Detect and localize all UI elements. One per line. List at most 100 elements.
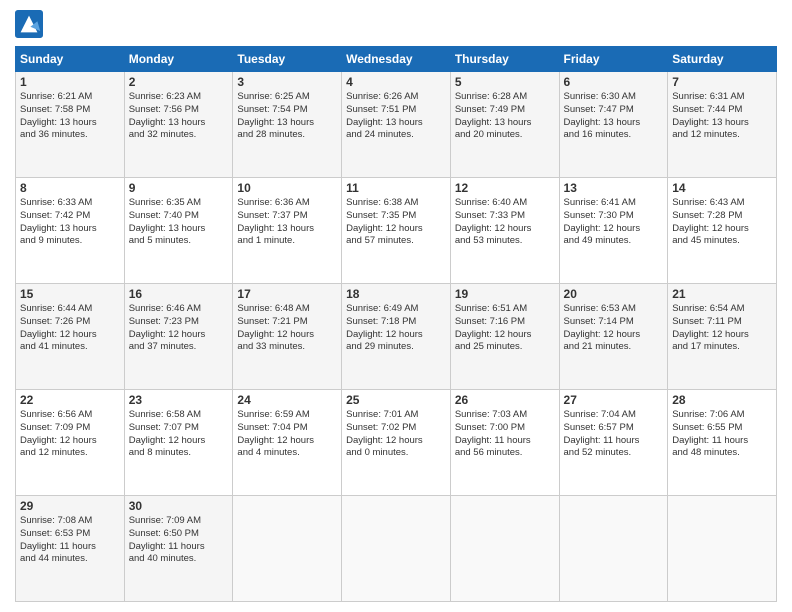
day-number: 7 xyxy=(672,75,772,89)
cell-details: Sunrise: 6:53 AMSunset: 7:14 PMDaylight:… xyxy=(564,303,664,354)
day-number: 14 xyxy=(672,181,772,195)
cell-details: Sunrise: 7:08 AMSunset: 6:53 PMDaylight:… xyxy=(20,515,120,566)
calendar-cell: 1 Sunrise: 6:21 AMSunset: 7:58 PMDaylight… xyxy=(16,72,125,178)
cell-details: Sunrise: 6:58 AMSunset: 7:07 PMDaylight:… xyxy=(129,409,229,460)
week-row-4: 22 Sunrise: 6:56 AMSunset: 7:09 PMDayligh… xyxy=(16,390,777,496)
col-header-wednesday: Wednesday xyxy=(342,47,451,72)
col-header-friday: Friday xyxy=(559,47,668,72)
cell-details: Sunrise: 7:06 AMSunset: 6:55 PMDaylight:… xyxy=(672,409,772,460)
calendar-cell: 28Sunrise: 7:06 AMSunset: 6:55 PMDayligh… xyxy=(668,390,777,496)
calendar-cell: 23 Sunrise: 6:58 AMSunset: 7:07 PMDayligh… xyxy=(124,390,233,496)
day-number: 19 xyxy=(455,287,555,301)
calendar-cell: 16 Sunrise: 6:46 AMSunset: 7:23 PMDayligh… xyxy=(124,284,233,390)
calendar-cell: 6 Sunrise: 6:30 AMSunset: 7:47 PMDaylight… xyxy=(559,72,668,178)
week-row-3: 15 Sunrise: 6:44 AMSunset: 7:26 PMDayligh… xyxy=(16,284,777,390)
calendar-cell: 12 Sunrise: 6:40 AMSunset: 7:33 PMDayligh… xyxy=(450,178,559,284)
week-row-5: 29 Sunrise: 7:08 AMSunset: 6:53 PMDayligh… xyxy=(16,496,777,602)
day-number: 5 xyxy=(455,75,555,89)
logo-icon xyxy=(15,10,43,38)
day-number: 24 xyxy=(237,393,337,407)
day-number: 10 xyxy=(237,181,337,195)
calendar-cell: 20 Sunrise: 6:53 AMSunset: 7:14 PMDayligh… xyxy=(559,284,668,390)
day-number: 12 xyxy=(455,181,555,195)
cell-details: Sunrise: 6:30 AMSunset: 7:47 PMDaylight:… xyxy=(564,91,664,142)
day-number: 16 xyxy=(129,287,229,301)
calendar-cell: 11 Sunrise: 6:38 AMSunset: 7:35 PMDayligh… xyxy=(342,178,451,284)
day-number: 30 xyxy=(129,499,229,513)
calendar-cell xyxy=(559,496,668,602)
day-number: 26 xyxy=(455,393,555,407)
calendar-cell xyxy=(342,496,451,602)
day-number: 15 xyxy=(20,287,120,301)
day-number: 25 xyxy=(346,393,446,407)
calendar-cell: 15 Sunrise: 6:44 AMSunset: 7:26 PMDayligh… xyxy=(16,284,125,390)
calendar-cell: 18 Sunrise: 6:49 AMSunset: 7:18 PMDayligh… xyxy=(342,284,451,390)
calendar-cell: 27Sunrise: 7:04 AMSunset: 6:57 PMDayligh… xyxy=(559,390,668,496)
day-number: 17 xyxy=(237,287,337,301)
logo xyxy=(15,10,47,38)
day-number: 11 xyxy=(346,181,446,195)
calendar-cell: 19 Sunrise: 6:51 AMSunset: 7:16 PMDayligh… xyxy=(450,284,559,390)
col-header-sunday: Sunday xyxy=(16,47,125,72)
calendar-cell: 2 Sunrise: 6:23 AMSunset: 7:56 PMDaylight… xyxy=(124,72,233,178)
calendar-cell: 7 Sunrise: 6:31 AMSunset: 7:44 PMDaylight… xyxy=(668,72,777,178)
cell-details: Sunrise: 6:26 AMSunset: 7:51 PMDaylight:… xyxy=(346,91,446,142)
day-number: 21 xyxy=(672,287,772,301)
calendar-cell: 29 Sunrise: 7:08 AMSunset: 6:53 PMDayligh… xyxy=(16,496,125,602)
cell-details: Sunrise: 6:40 AMSunset: 7:33 PMDaylight:… xyxy=(455,197,555,248)
calendar-cell: 3 Sunrise: 6:25 AMSunset: 7:54 PMDaylight… xyxy=(233,72,342,178)
day-number: 29 xyxy=(20,499,120,513)
day-number: 2 xyxy=(129,75,229,89)
day-number: 20 xyxy=(564,287,664,301)
cell-details: Sunrise: 6:54 AMSunset: 7:11 PMDaylight:… xyxy=(672,303,772,354)
day-number: 9 xyxy=(129,181,229,195)
cell-details: Sunrise: 6:51 AMSunset: 7:16 PMDaylight:… xyxy=(455,303,555,354)
calendar-table: SundayMondayTuesdayWednesdayThursdayFrid… xyxy=(15,46,777,602)
week-row-1: 1 Sunrise: 6:21 AMSunset: 7:58 PMDaylight… xyxy=(16,72,777,178)
cell-details: Sunrise: 6:33 AMSunset: 7:42 PMDaylight:… xyxy=(20,197,120,248)
cell-details: Sunrise: 7:03 AMSunset: 7:00 PMDaylight:… xyxy=(455,409,555,460)
calendar-cell xyxy=(668,496,777,602)
day-number: 22 xyxy=(20,393,120,407)
cell-details: Sunrise: 6:59 AMSunset: 7:04 PMDaylight:… xyxy=(237,409,337,460)
cell-details: Sunrise: 6:41 AMSunset: 7:30 PMDaylight:… xyxy=(564,197,664,248)
cell-details: Sunrise: 6:31 AMSunset: 7:44 PMDaylight:… xyxy=(672,91,772,142)
cell-details: Sunrise: 6:44 AMSunset: 7:26 PMDaylight:… xyxy=(20,303,120,354)
day-number: 18 xyxy=(346,287,446,301)
day-number: 4 xyxy=(346,75,446,89)
cell-details: Sunrise: 6:43 AMSunset: 7:28 PMDaylight:… xyxy=(672,197,772,248)
day-number: 1 xyxy=(20,75,120,89)
day-number: 3 xyxy=(237,75,337,89)
header-row: SundayMondayTuesdayWednesdayThursdayFrid… xyxy=(16,47,777,72)
cell-details: Sunrise: 6:49 AMSunset: 7:18 PMDaylight:… xyxy=(346,303,446,354)
calendar-cell: 17 Sunrise: 6:48 AMSunset: 7:21 PMDayligh… xyxy=(233,284,342,390)
day-number: 13 xyxy=(564,181,664,195)
calendar-cell: 9 Sunrise: 6:35 AMSunset: 7:40 PMDaylight… xyxy=(124,178,233,284)
calendar-cell: 8Sunrise: 6:33 AMSunset: 7:42 PMDaylight… xyxy=(16,178,125,284)
cell-details: Sunrise: 6:21 AMSunset: 7:58 PMDaylight:… xyxy=(20,91,120,142)
col-header-tuesday: Tuesday xyxy=(233,47,342,72)
cell-details: Sunrise: 6:56 AMSunset: 7:09 PMDaylight:… xyxy=(20,409,120,460)
day-number: 23 xyxy=(129,393,229,407)
cell-details: Sunrise: 6:36 AMSunset: 7:37 PMDaylight:… xyxy=(237,197,337,248)
cell-details: Sunrise: 6:35 AMSunset: 7:40 PMDaylight:… xyxy=(129,197,229,248)
cell-details: Sunrise: 6:38 AMSunset: 7:35 PMDaylight:… xyxy=(346,197,446,248)
col-header-thursday: Thursday xyxy=(450,47,559,72)
calendar-cell: 10 Sunrise: 6:36 AMSunset: 7:37 PMDayligh… xyxy=(233,178,342,284)
calendar-cell: 14 Sunrise: 6:43 AMSunset: 7:28 PMDayligh… xyxy=(668,178,777,284)
calendar-cell xyxy=(450,496,559,602)
calendar-cell: 25Sunrise: 7:01 AMSunset: 7:02 PMDayligh… xyxy=(342,390,451,496)
calendar-cell: 26 Sunrise: 7:03 AMSunset: 7:00 PMDayligh… xyxy=(450,390,559,496)
cell-details: Sunrise: 7:09 AMSunset: 6:50 PMDaylight:… xyxy=(129,515,229,566)
cell-details: Sunrise: 6:46 AMSunset: 7:23 PMDaylight:… xyxy=(129,303,229,354)
calendar-cell: 30 Sunrise: 7:09 AMSunset: 6:50 PMDayligh… xyxy=(124,496,233,602)
day-number: 27 xyxy=(564,393,664,407)
calendar-cell: 21 Sunrise: 6:54 AMSunset: 7:11 PMDayligh… xyxy=(668,284,777,390)
calendar-cell: 4 Sunrise: 6:26 AMSunset: 7:51 PMDaylight… xyxy=(342,72,451,178)
cell-details: Sunrise: 6:23 AMSunset: 7:56 PMDaylight:… xyxy=(129,91,229,142)
day-number: 6 xyxy=(564,75,664,89)
page: SundayMondayTuesdayWednesdayThursdayFrid… xyxy=(0,0,792,612)
cell-details: Sunrise: 6:28 AMSunset: 7:49 PMDaylight:… xyxy=(455,91,555,142)
cell-details: Sunrise: 6:25 AMSunset: 7:54 PMDaylight:… xyxy=(237,91,337,142)
cell-details: Sunrise: 6:48 AMSunset: 7:21 PMDaylight:… xyxy=(237,303,337,354)
